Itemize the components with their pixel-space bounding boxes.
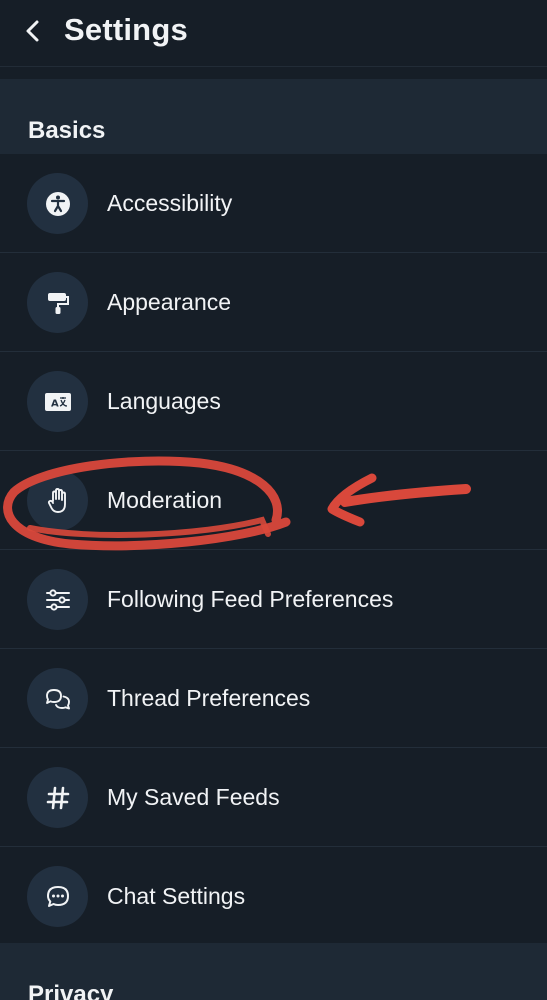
settings-item-label: Languages xyxy=(107,388,221,414)
settings-item-label: Following Feed Preferences xyxy=(107,586,394,612)
sliders-icon xyxy=(27,569,88,630)
paint-roller-icon xyxy=(27,272,88,333)
chat-bubbles-icon xyxy=(27,668,88,729)
settings-item-label: Accessibility xyxy=(107,190,233,216)
settings-item-label: My Saved Feeds xyxy=(107,784,280,810)
language-icon: A xyxy=(27,371,88,432)
accessibility-icon xyxy=(27,173,88,234)
chat-dots-icon xyxy=(27,866,88,927)
settings-item-thread-preferences[interactable]: Thread Preferences xyxy=(0,649,547,748)
section-header-basics: Basics xyxy=(0,79,547,154)
settings-item-label: Moderation xyxy=(107,487,223,513)
top-bar: Settings xyxy=(0,0,547,67)
settings-item-following-feed-preferences[interactable]: Following Feed Preferences xyxy=(0,550,547,649)
settings-item-chat-settings[interactable]: Chat Settings xyxy=(0,847,547,946)
settings-item-label: Thread Preferences xyxy=(107,685,311,711)
settings-item-label: Chat Settings xyxy=(107,883,246,909)
header-divider xyxy=(0,67,547,79)
settings-list: Accessibility Appearance A Languages Mod… xyxy=(0,154,547,946)
svg-text:A: A xyxy=(51,398,59,409)
hash-icon xyxy=(27,767,88,828)
section-header-privacy: Privacy xyxy=(0,943,547,1000)
settings-item-accessibility[interactable]: Accessibility xyxy=(0,154,547,253)
settings-item-appearance[interactable]: Appearance xyxy=(0,253,547,352)
chevron-left-icon xyxy=(26,20,39,42)
page-title: Settings xyxy=(64,12,188,47)
settings-item-my-saved-feeds[interactable]: My Saved Feeds xyxy=(0,748,547,847)
settings-item-label: Appearance xyxy=(107,289,232,315)
hand-icon xyxy=(27,470,88,531)
section-title: Privacy xyxy=(28,981,114,1000)
section-title: Basics xyxy=(28,117,106,144)
back-button[interactable] xyxy=(16,14,50,48)
settings-item-moderation[interactable]: Moderation xyxy=(0,451,547,550)
settings-item-languages[interactable]: A Languages xyxy=(0,352,547,451)
